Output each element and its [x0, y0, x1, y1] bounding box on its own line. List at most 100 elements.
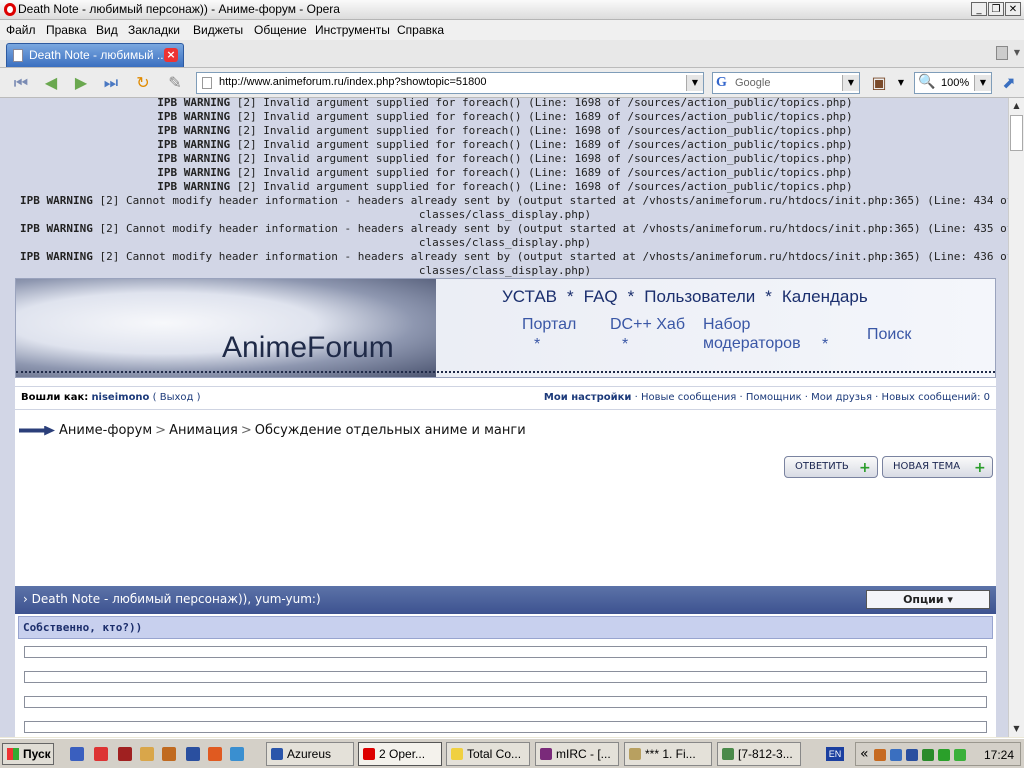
close-window-button[interactable]: ✕: [1005, 2, 1021, 16]
my-friends-link[interactable]: Мои друзья: [811, 392, 872, 403]
search-input[interactable]: G Google ▼: [712, 72, 860, 94]
chevron-down-icon[interactable]: ▼: [890, 73, 912, 93]
user-links: Мои настройки · Новые сообщения · Помощн…: [543, 392, 990, 403]
my-settings-link[interactable]: Мои настройки: [544, 392, 632, 403]
reply-button[interactable]: ОТВЕТИТЬ +: [784, 456, 878, 478]
nav-moderators[interactable]: Набор: [703, 315, 750, 334]
menu-view[interactable]: Вид: [96, 23, 118, 37]
menu-help[interactable]: Справка: [397, 23, 444, 37]
tray-icon[interactable]: [938, 749, 950, 761]
windows-icon: [7, 748, 19, 760]
tray-expand-icon[interactable]: «: [860, 746, 869, 762]
task-opera[interactable]: 2 Oper...: [358, 742, 442, 766]
breadcrumb-forum[interactable]: Аниме-форум: [59, 423, 152, 438]
google-icon: G: [716, 75, 727, 90]
nav-calendar[interactable]: Календарь: [782, 287, 868, 306]
scroll-down-icon[interactable]: ▼: [1009, 721, 1024, 737]
maximize-button[interactable]: ❐: [988, 2, 1004, 16]
tray-icon[interactable]: [874, 749, 886, 761]
assistant-link[interactable]: Помощник: [746, 392, 802, 403]
tray-icon[interactable]: [906, 749, 918, 761]
header-warning-line: IPB WARNING [2] Cannot modify header inf…: [20, 194, 1008, 207]
menu-tools[interactable]: Инструменты: [315, 23, 390, 37]
empty-post-row: [24, 671, 987, 683]
tray-icon[interactable]: [890, 749, 902, 761]
warning-line: IPB WARNING [2] Invalid argument supplie…: [157, 98, 853, 109]
minimize-button[interactable]: _: [971, 2, 987, 16]
new-topic-button[interactable]: НОВАЯ ТЕМА +: [882, 456, 993, 478]
vertical-scrollbar[interactable]: ▲ ▼: [1008, 98, 1024, 737]
quicklaunch-icon[interactable]: [208, 747, 222, 761]
menu-communication[interactable]: Общение: [254, 23, 307, 37]
nav-portal[interactable]: Портал: [522, 315, 576, 334]
task-phone[interactable]: [7-812-3...: [717, 742, 801, 766]
address-bar[interactable]: http://www.animeforum.ru/index.php?showt…: [196, 72, 704, 94]
panel-icon[interactable]: ▣: [868, 73, 890, 93]
nav-dc-hub[interactable]: DC++ Хаб: [610, 315, 685, 334]
scroll-thumb[interactable]: [1010, 115, 1023, 151]
menu-file[interactable]: Файл: [6, 23, 36, 37]
nav-users[interactable]: Пользователи: [644, 287, 755, 306]
menu-widgets[interactable]: Виджеты: [193, 23, 243, 37]
quicklaunch-icon[interactable]: [118, 747, 132, 761]
task-mirc[interactable]: mIRC - [...: [535, 742, 619, 766]
page-icon: [13, 49, 23, 62]
breadcrumb-discussion[interactable]: Обсуждение отдельных аниме и манги: [255, 423, 526, 438]
zoom-dropdown-icon[interactable]: ▼: [974, 75, 991, 91]
tab-death-note[interactable]: Death Note - любимый ... ×: [6, 43, 184, 67]
quicklaunch-icon[interactable]: [230, 747, 244, 761]
options-dropdown[interactable]: Опции ▾: [866, 590, 990, 609]
quicklaunch-icon[interactable]: [162, 747, 176, 761]
search-engine-dropdown-icon[interactable]: ▼: [842, 75, 859, 91]
back-icon[interactable]: ◀: [40, 73, 62, 93]
quicklaunch-icon[interactable]: [94, 747, 108, 761]
url-text[interactable]: http://www.animeforum.ru/index.php?showt…: [219, 76, 487, 88]
header-warning-cont: classes/class_display.php): [418, 236, 592, 249]
header-warning-line: IPB WARNING [2] Cannot modify header inf…: [20, 222, 1008, 235]
warning-line: IPB WARNING [2] Invalid argument supplie…: [157, 138, 853, 151]
page-viewport: IPB WARNING [2] Invalid argument supplie…: [0, 98, 1008, 737]
breadcrumb-animation[interactable]: Анимация: [169, 423, 238, 438]
header-warning-cont: classes/class_display.php): [418, 208, 592, 221]
menu-edit[interactable]: Правка: [46, 23, 87, 37]
notepad-icon: [722, 748, 734, 760]
quicklaunch-icon[interactable]: [186, 747, 200, 761]
nav-faq[interactable]: FAQ: [584, 287, 618, 306]
username-link[interactable]: niseimono: [91, 392, 149, 403]
logout-link[interactable]: ( Выход ): [153, 392, 201, 403]
forum-page: AnimeForum УСТАВ * FAQ * Пользователи * Календ…: [15, 278, 996, 737]
opera-icon: [4, 3, 16, 16]
new-messages-link[interactable]: Новых сообщений: 0: [882, 392, 990, 403]
site-logo[interactable]: AnimeForum: [222, 331, 394, 365]
fast-forward-icon[interactable]: ⏭: [100, 73, 122, 93]
trash-icon[interactable]: [996, 46, 1008, 60]
task-total-commander[interactable]: Total Co...: [446, 742, 530, 766]
file-icon: [629, 748, 641, 760]
rewind-icon[interactable]: ⏮: [10, 73, 32, 93]
nav-search[interactable]: Поиск: [867, 325, 911, 344]
chevron-down-icon[interactable]: ▼: [1014, 48, 1020, 57]
address-dropdown-icon[interactable]: ▼: [686, 75, 703, 91]
task-file[interactable]: *** 1. Fi...: [624, 742, 712, 766]
language-indicator[interactable]: EN: [826, 747, 844, 761]
new-posts-link[interactable]: Новые сообщения: [641, 392, 736, 403]
tray-icon[interactable]: [954, 749, 966, 761]
quicklaunch-icon[interactable]: [70, 747, 84, 761]
empty-post-row: [24, 646, 987, 658]
start-button[interactable]: Пуск: [2, 743, 54, 765]
task-azureus[interactable]: Azureus: [266, 742, 354, 766]
scroll-up-icon[interactable]: ▲: [1009, 98, 1024, 114]
edit-icon[interactable]: ✎: [164, 73, 186, 93]
nav-moderators-2[interactable]: модераторов: [703, 334, 801, 353]
tray-icon[interactable]: [922, 749, 934, 761]
speed-dial-icon[interactable]: ⬈: [998, 73, 1020, 93]
reload-icon[interactable]: ↻: [132, 73, 154, 93]
close-tab-icon[interactable]: ×: [164, 48, 178, 62]
total-commander-icon: [451, 748, 463, 760]
zoom-control[interactable]: 🔍 100% ▼: [914, 72, 992, 94]
menu-bookmarks[interactable]: Закладки: [128, 23, 180, 37]
forward-icon[interactable]: ▶: [70, 73, 92, 93]
empty-post-row: [24, 696, 987, 708]
nav-rules[interactable]: УСТАВ: [502, 287, 557, 306]
quicklaunch-icon[interactable]: [140, 747, 154, 761]
